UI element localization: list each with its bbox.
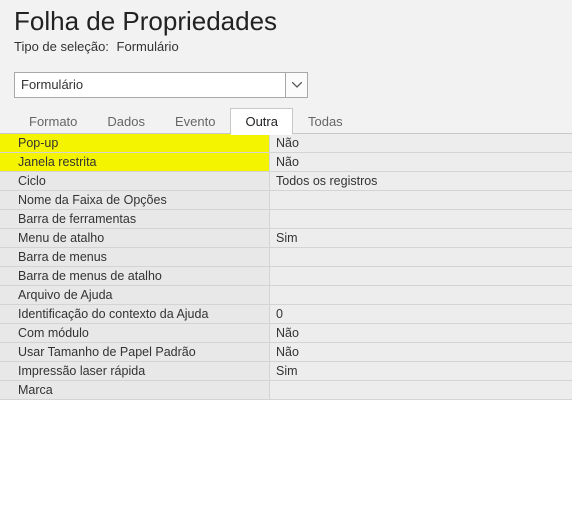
property-value[interactable]: Sim xyxy=(270,229,572,247)
selection-type: Tipo de seleção: Formulário xyxy=(0,39,572,72)
tab-outra[interactable]: Outra xyxy=(230,108,293,134)
property-label: Com módulo xyxy=(0,324,270,342)
property-label: Barra de menus de atalho xyxy=(0,267,270,285)
property-label: Ciclo xyxy=(0,172,270,190)
property-value[interactable] xyxy=(270,210,572,228)
property-label: Identificação do contexto da Ajuda xyxy=(0,305,270,323)
property-label: Pop-up xyxy=(0,134,270,152)
property-value[interactable]: Sim xyxy=(270,362,572,380)
property-row-barra-ferramentas[interactable]: Barra de ferramentas xyxy=(0,210,572,229)
property-label: Marca xyxy=(0,381,270,399)
property-row-impressao-laser[interactable]: Impressão laser rápidaSim xyxy=(0,362,572,381)
property-row-usar-tamanho-papel[interactable]: Usar Tamanho de Papel PadrãoNão xyxy=(0,343,572,362)
property-label: Janela restrita xyxy=(0,153,270,171)
tab-evento[interactable]: Evento xyxy=(160,108,230,134)
property-value[interactable] xyxy=(270,286,572,304)
property-value[interactable]: Não xyxy=(270,153,572,171)
property-label: Barra de menus xyxy=(0,248,270,266)
object-selector[interactable]: Formulário xyxy=(14,72,308,98)
property-grid-whitespace xyxy=(0,400,572,520)
selection-type-label: Tipo de seleção: xyxy=(14,39,109,54)
property-value[interactable] xyxy=(270,381,572,399)
property-grid: Pop-upNãoJanela restritaNãoCicloTodos os… xyxy=(0,133,572,400)
property-row-barra-menus-atalho[interactable]: Barra de menus de atalho xyxy=(0,267,572,286)
property-row-janela-restrita[interactable]: Janela restritaNão xyxy=(0,153,572,172)
property-label: Impressão laser rápida xyxy=(0,362,270,380)
property-value[interactable]: Não xyxy=(270,343,572,361)
tab-formato[interactable]: Formato xyxy=(14,108,92,134)
property-row-marca[interactable]: Marca xyxy=(0,381,572,400)
property-value[interactable]: Não xyxy=(270,324,572,342)
property-value[interactable]: Todos os registros xyxy=(270,172,572,190)
property-label: Menu de atalho xyxy=(0,229,270,247)
property-row-arquivo-ajuda[interactable]: Arquivo de Ajuda xyxy=(0,286,572,305)
tab-dados[interactable]: Dados xyxy=(92,108,160,134)
selection-type-value: Formulário xyxy=(117,39,179,54)
object-selector-row: Formulário xyxy=(0,72,572,106)
property-value[interactable] xyxy=(270,267,572,285)
property-row-pop-up[interactable]: Pop-upNão xyxy=(0,134,572,153)
property-label: Nome da Faixa de Opções xyxy=(0,191,270,209)
object-selector-dropdown-button[interactable] xyxy=(285,73,307,97)
chevron-down-icon xyxy=(292,82,302,88)
property-value[interactable] xyxy=(270,248,572,266)
property-row-id-contexto-ajuda[interactable]: Identificação do contexto da Ajuda0 xyxy=(0,305,572,324)
property-value[interactable] xyxy=(270,191,572,209)
property-row-ciclo[interactable]: CicloTodos os registros xyxy=(0,172,572,191)
tab-todas[interactable]: Todas xyxy=(293,108,358,134)
tab-strip: FormatoDadosEventoOutraTodas xyxy=(0,106,572,134)
object-selector-value: Formulário xyxy=(15,73,285,97)
property-row-com-modulo[interactable]: Com móduloNão xyxy=(0,324,572,343)
page-title: Folha de Propriedades xyxy=(0,6,572,39)
property-label: Barra de ferramentas xyxy=(0,210,270,228)
property-row-barra-menus[interactable]: Barra de menus xyxy=(0,248,572,267)
property-sheet-pane: Folha de Propriedades Tipo de seleção: F… xyxy=(0,0,572,520)
property-value[interactable]: 0 xyxy=(270,305,572,323)
property-label: Usar Tamanho de Papel Padrão xyxy=(0,343,270,361)
property-value[interactable]: Não xyxy=(270,134,572,152)
property-label: Arquivo de Ajuda xyxy=(0,286,270,304)
property-row-nome-faixa-opcoes[interactable]: Nome da Faixa de Opções xyxy=(0,191,572,210)
property-row-menu-atalho[interactable]: Menu de atalhoSim xyxy=(0,229,572,248)
